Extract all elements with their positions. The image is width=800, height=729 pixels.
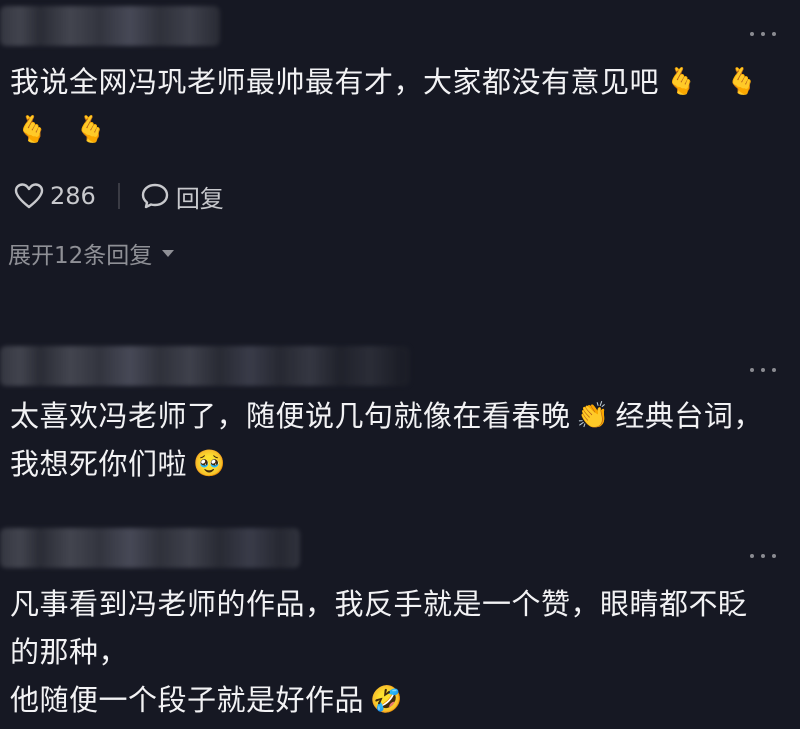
- more-dots-icon: [750, 368, 754, 372]
- comment-text: 我说全网冯巩老师最帅最有才，大家都没有意见吧 🫰 🫰 🫰 🫰: [10, 65, 759, 145]
- like-button[interactable]: 286: [14, 182, 96, 210]
- username-blurred[interactable]: [0, 528, 300, 568]
- reply-label: 回复: [175, 184, 224, 213]
- more-options-button[interactable]: [750, 364, 776, 376]
- chevron-down-icon: [162, 249, 175, 257]
- speech-bubble-icon: [141, 183, 169, 209]
- finger-heart-emoji: 🫰: [74, 115, 108, 145]
- comment-text: 太喜欢冯老师了，随便说几句就像在看春晚 👏 经典台词， 我想死你们啦 🥹: [10, 399, 763, 481]
- action-divider: [117, 183, 120, 209]
- comment-text: 凡事看到冯老师的作品，我反手就是一个赞，眼睛都不眨 的那种， 他随便一个段子就是好作…: [10, 587, 748, 717]
- comment-item: 我说全网冯巩老师最帅最有才，大家都没有意见吧 🫰 🫰 🫰 🫰 286 回复 展开12条回…: [0, 0, 800, 290]
- more-options-button[interactable]: [750, 550, 776, 562]
- heart-outline-icon: [14, 183, 44, 209]
- comment-action-bar: 286 回复: [14, 176, 224, 216]
- more-dots-icon: [750, 32, 754, 36]
- comment-item: 凡事看到冯老师的作品，我反手就是一个赞，眼睛都不眨 的那种， 他随便一个段子就是好作…: [0, 524, 800, 729]
- expand-replies-button[interactable]: 展开12条回复: [8, 236, 175, 270]
- username-blurred[interactable]: [0, 346, 410, 386]
- pleading-face-emoji: 🥹: [193, 449, 226, 479]
- reply-button[interactable]: 回复: [140, 179, 224, 214]
- username-blurred[interactable]: [0, 6, 220, 46]
- comment-item: 太喜欢冯老师了，随便说几句就像在看春晚 👏 经典台词， 我想死你们啦 🥹: [0, 336, 800, 506]
- clapping-hands-emoji: 👏: [576, 401, 610, 431]
- like-count: 286: [50, 182, 96, 210]
- finger-heart-emoji: 🫰: [665, 67, 698, 97]
- finger-heart-emoji: 🫰: [16, 115, 49, 145]
- rolling-laughing-emoji: 🤣: [370, 685, 403, 715]
- more-dots-icon: [750, 554, 754, 558]
- expand-replies-label: 展开12条回复: [8, 243, 153, 269]
- more-options-button[interactable]: [750, 28, 776, 40]
- finger-heart-emoji: 🫰: [725, 67, 759, 97]
